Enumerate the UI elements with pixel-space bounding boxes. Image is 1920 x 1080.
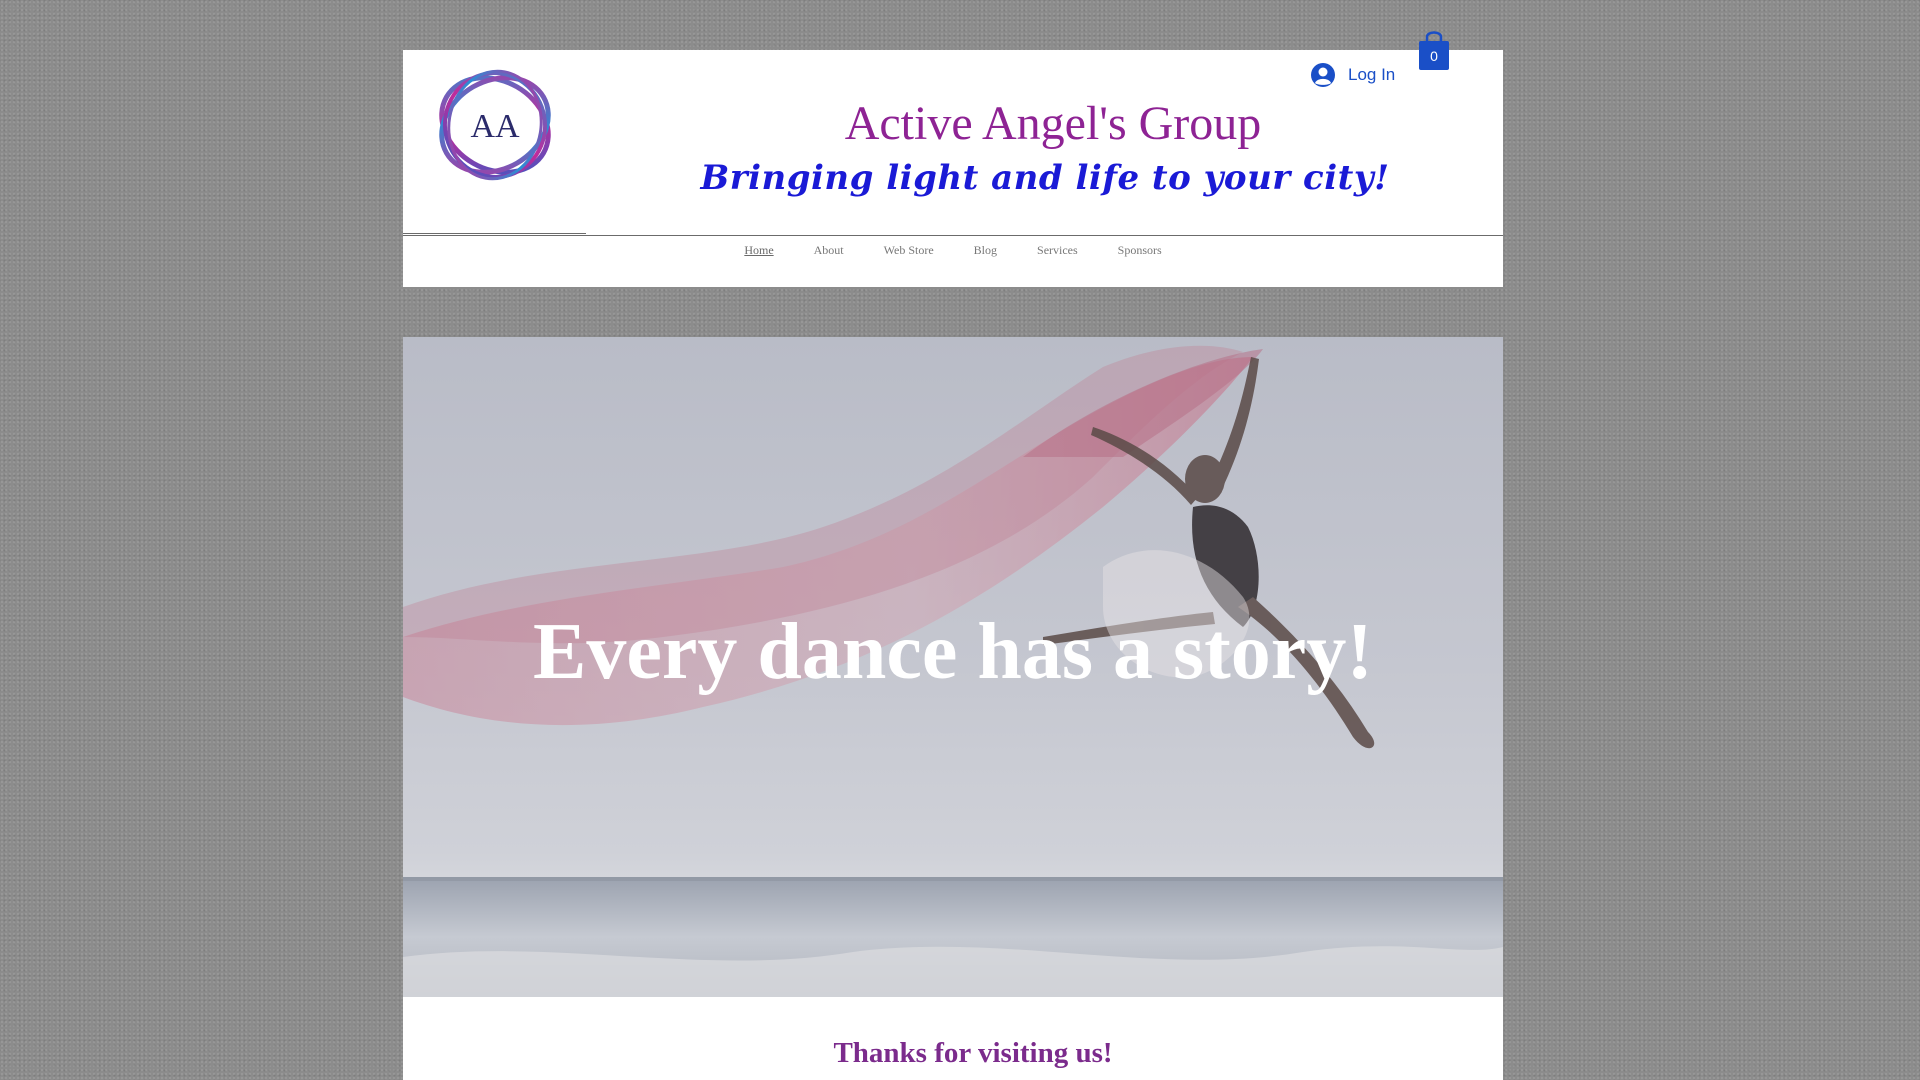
- nav-item-sponsors[interactable]: Sponsors: [1098, 235, 1182, 265]
- welcome-section: Thanks for visiting us!: [403, 997, 1503, 1080]
- cart-button[interactable]: 0: [1416, 28, 1452, 72]
- hero-headline: Every dance has a story!: [533, 608, 1373, 696]
- hero-banner: Every dance has a story!: [403, 337, 1503, 997]
- site-title: Active Angel's Group: [844, 97, 1262, 150]
- nav-item-services[interactable]: Services: [1017, 235, 1098, 265]
- nav-item-home[interactable]: Home: [724, 235, 793, 265]
- nav-item-about[interactable]: About: [794, 235, 864, 265]
- cart-count: 0: [1430, 48, 1438, 64]
- nav-item-web-store[interactable]: Web Store: [864, 235, 954, 265]
- login-button[interactable]: Log In: [1310, 62, 1395, 88]
- user-avatar-icon: [1311, 63, 1335, 87]
- main-nav: Home About Web Store Blog Services Spons…: [403, 235, 1503, 265]
- nav-item-blog[interactable]: Blog: [954, 235, 1017, 265]
- thanks-heading: Thanks for visiting us!: [833, 1037, 1113, 1069]
- login-label: Log In: [1348, 65, 1396, 84]
- divider: [403, 233, 586, 234]
- site-tagline: Bringing light and life to your city!: [700, 158, 1390, 198]
